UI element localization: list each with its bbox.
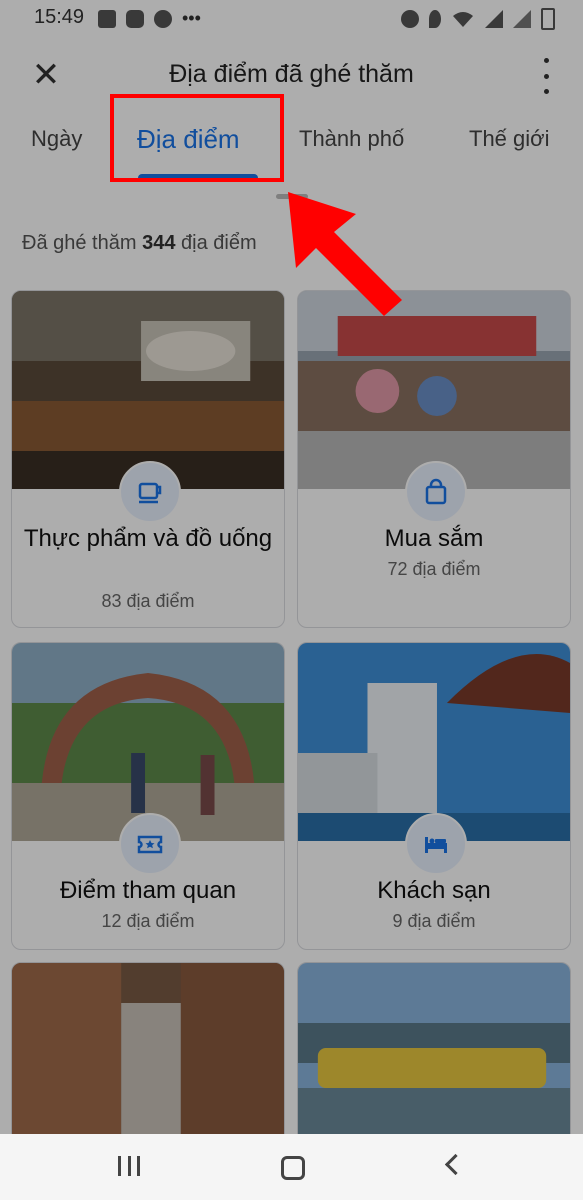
tab-thanh-pho[interactable]: Thành phố — [299, 126, 404, 152]
signal-icon-2 — [513, 10, 531, 28]
system-nav-bar — [0, 1134, 583, 1200]
instagram-icon — [126, 9, 144, 28]
bed-icon — [405, 813, 467, 875]
tab-the-gioi[interactable]: Thế giới — [469, 126, 549, 152]
category-card-shopping[interactable]: Mua sắm 72 địa điểm — [297, 290, 571, 628]
card-title: Thực phẩm và đồ uống — [23, 525, 273, 552]
category-card-food[interactable]: Thực phẩm và đồ uống 83 địa điểm — [11, 290, 285, 628]
card-title: Khách sạn — [377, 877, 491, 904]
card-subtitle: 72 địa điểm — [387, 559, 481, 579]
alarm-icon — [401, 10, 419, 28]
category-card-hotels[interactable]: Khách sạn 9 địa điểm — [297, 642, 571, 950]
card-title: Điểm tham quan — [59, 877, 237, 904]
category-card-attractions[interactable]: Điểm tham quan 12 địa điểm — [11, 642, 285, 950]
annotation-arrow — [288, 192, 402, 316]
coffee-cup-icon — [119, 461, 181, 523]
app-bar: ✕ Địa điểm đã ghé thăm — [0, 44, 583, 108]
back-icon[interactable] — [444, 1153, 467, 1176]
recents-icon[interactable] — [118, 1156, 140, 1176]
attraction-photo — [12, 643, 284, 841]
status-bar: 15:49 ••• — [0, 0, 583, 36]
status-time: 15:49 — [34, 6, 85, 28]
wifi-icon — [453, 12, 473, 27]
partial-photo-2 — [298, 963, 570, 1161]
home-icon[interactable] — [281, 1156, 305, 1180]
shopping-photo — [298, 291, 570, 489]
tab-ngay[interactable]: Ngày — [31, 126, 82, 152]
more-vert-icon[interactable] — [537, 58, 555, 94]
ticket-icon — [119, 813, 181, 875]
signal-icon — [485, 10, 503, 28]
highlight-box — [110, 94, 284, 182]
more-dots-icon: ••• — [182, 8, 201, 28]
app-icon — [154, 9, 172, 28]
page-title: Địa điểm đã ghé thăm — [169, 60, 414, 88]
category-card-partial-1[interactable] — [11, 962, 285, 1162]
card-subtitle: 12 địa điểm — [101, 911, 195, 931]
gallery-icon — [98, 9, 116, 28]
battery-icon — [541, 8, 555, 30]
visited-count: Đã ghé thăm 344 địa điểm — [22, 232, 257, 254]
visited-count-number: 344 — [142, 232, 176, 254]
location-icon — [429, 10, 441, 28]
shopping-bag-icon — [405, 461, 467, 523]
hotel-photo — [298, 643, 570, 841]
partial-photo-1 — [12, 963, 284, 1161]
card-title: Mua sắm — [384, 525, 484, 552]
card-subtitle: 9 địa điểm — [392, 911, 476, 931]
tab-bar: Ngày Địa điểm Thành phố Thế giới — [0, 108, 583, 182]
card-subtitle: 83 địa điểm — [101, 591, 195, 611]
category-card-partial-2[interactable] — [297, 962, 571, 1162]
food-photo — [12, 291, 284, 489]
